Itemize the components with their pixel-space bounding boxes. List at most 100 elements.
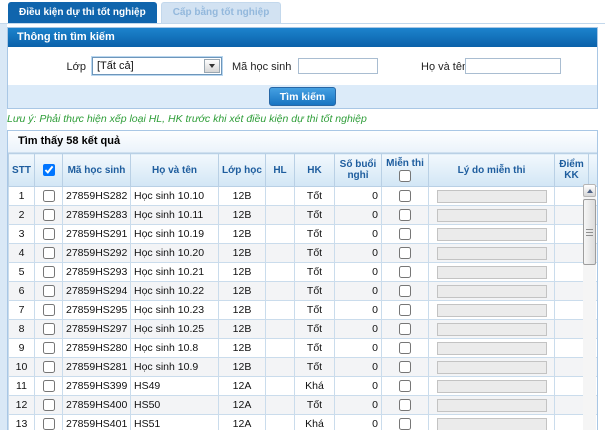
row-stt: 2 (9, 206, 35, 225)
search-panel-title: Thông tin tìm kiếm (8, 28, 597, 47)
mien-thi-checkbox[interactable] (399, 247, 411, 259)
row-checkbox[interactable] (43, 380, 55, 392)
row-ho-va-ten: Học sinh 10.10 (131, 187, 219, 206)
col-diem-kk[interactable]: Điểm KK (555, 154, 589, 187)
col-ma-hoc-sinh[interactable]: Mã học sinh (63, 154, 131, 187)
scrollbar-thumb[interactable] (583, 199, 596, 265)
chevron-down-icon[interactable] (204, 59, 220, 73)
row-lop-hoc: 12B (219, 187, 266, 206)
row-mien-thi-cell (382, 301, 429, 320)
row-select-cell (35, 415, 63, 430)
scroll-up-button[interactable] (583, 184, 596, 197)
col-ly-do-mien-thi[interactable]: Lý do miễn thi (429, 154, 555, 187)
row-so-buoi-nghi: 0 (335, 377, 382, 396)
mien-thi-checkbox[interactable] (399, 304, 411, 316)
tim-kiem-button[interactable]: Tìm kiếm (269, 87, 337, 106)
row-ma-hoc-sinh: 27859HS401 (63, 415, 131, 430)
row-ho-va-ten: HS49 (131, 377, 219, 396)
col-hk[interactable]: HK (295, 154, 335, 187)
mien-thi-checkbox[interactable] (399, 380, 411, 392)
row-hl (266, 377, 295, 396)
row-hl (266, 320, 295, 339)
mien-thi-checkbox[interactable] (399, 342, 411, 354)
row-checkbox[interactable] (43, 304, 55, 316)
row-checkbox[interactable] (43, 323, 55, 335)
results-panel: Tìm thấy 58 kết quả STT Mã học sinh Họ v… (7, 130, 598, 430)
row-checkbox[interactable] (43, 361, 55, 373)
col-ho-va-ten[interactable]: Họ và tên (131, 154, 219, 187)
row-stt: 10 (9, 358, 35, 377)
lop-select-value: [Tất cả] (93, 60, 204, 72)
row-checkbox[interactable] (43, 247, 55, 259)
row-mien-thi-cell (382, 263, 429, 282)
row-select-cell (35, 244, 63, 263)
mien-thi-checkbox[interactable] (399, 190, 411, 202)
row-ma-hoc-sinh: 27859HS291 (63, 225, 131, 244)
row-hk: Tốt (295, 396, 335, 415)
mien-thi-checkbox[interactable] (399, 285, 411, 297)
mien-thi-checkbox[interactable] (399, 266, 411, 278)
ho-va-ten-input[interactable] (465, 58, 561, 74)
col-scrollbar-pad (589, 154, 599, 187)
tab-cap-bang-tot-nghiep[interactable]: Cấp bằng tốt nghiệp (161, 2, 282, 23)
row-checkbox[interactable] (43, 418, 55, 430)
mien-thi-checkbox[interactable] (399, 399, 411, 411)
row-select-cell (35, 320, 63, 339)
tab-strip: Điều kiện dự thi tốt nghiệp Cấp bằng tốt… (8, 2, 281, 23)
row-lop-hoc: 12A (219, 415, 266, 430)
row-lop-hoc: 12B (219, 282, 266, 301)
table-row: 8 27859HS297 Học sinh 10.25 12B Tốt 0 (9, 320, 599, 339)
row-hl (266, 282, 295, 301)
page-margin-strip (0, 24, 7, 430)
mien-thi-checkbox[interactable] (399, 323, 411, 335)
table-row: 7 27859HS295 Học sinh 10.23 12B Tốt 0 (9, 301, 599, 320)
col-hl[interactable]: HL (266, 154, 295, 187)
lop-select[interactable]: [Tất cả] (92, 57, 222, 75)
select-all-checkbox[interactable] (43, 164, 55, 176)
mien-thi-checkbox[interactable] (399, 418, 411, 430)
row-ma-hoc-sinh: 27859HS282 (63, 187, 131, 206)
row-checkbox[interactable] (43, 190, 55, 202)
ma-hoc-sinh-input[interactable] (298, 58, 378, 74)
row-ly-do-cell (429, 320, 555, 339)
row-ma-hoc-sinh: 27859HS280 (63, 339, 131, 358)
tab-dieu-kien-du-thi[interactable]: Điều kiện dự thi tốt nghiệp (8, 2, 157, 23)
row-checkbox[interactable] (43, 342, 55, 354)
row-mien-thi-cell (382, 396, 429, 415)
col-so-buoi-nghi[interactable]: Số buổi nghỉ (335, 154, 382, 187)
row-lop-hoc: 12B (219, 263, 266, 282)
row-checkbox[interactable] (43, 266, 55, 278)
col-stt[interactable]: STT (9, 154, 35, 187)
row-checkbox[interactable] (43, 399, 55, 411)
search-panel-footer: Tìm kiếm (8, 85, 597, 108)
row-checkbox[interactable] (43, 228, 55, 240)
mien-thi-checkbox[interactable] (399, 209, 411, 221)
col-lop-hoc[interactable]: Lớp học (219, 154, 266, 187)
table-row: 10 27859HS281 Học sinh 10.9 12B Tốt 0 (9, 358, 599, 377)
row-stt: 3 (9, 225, 35, 244)
row-mien-thi-cell (382, 415, 429, 430)
search-form: Lớp [Tất cả] Mã học sinh Họ và tên (8, 47, 597, 85)
row-lop-hoc: 12A (219, 396, 266, 415)
row-ma-hoc-sinh: 27859HS294 (63, 282, 131, 301)
vertical-scrollbar[interactable] (583, 184, 596, 430)
row-hk: Tốt (295, 282, 335, 301)
col-mien-thi-label[interactable]: Miễn thi (384, 158, 426, 169)
warning-note: Lưu ý: Phải thực hiện xếp loại HL, HK tr… (7, 113, 367, 125)
mien-thi-all-checkbox[interactable] (399, 170, 411, 182)
mien-thi-checkbox[interactable] (399, 228, 411, 240)
ly-do-mien-thi-input (437, 266, 547, 279)
row-checkbox[interactable] (43, 209, 55, 221)
table-row: 4 27859HS292 Học sinh 10.20 12B Tốt 0 (9, 244, 599, 263)
row-hl (266, 415, 295, 430)
search-panel: Thông tin tìm kiếm Lớp [Tất cả] Mã học s… (7, 27, 598, 109)
table-row: 3 27859HS291 Học sinh 10.19 12B Tốt 0 (9, 225, 599, 244)
row-select-cell (35, 187, 63, 206)
ly-do-mien-thi-input (437, 342, 547, 355)
mien-thi-checkbox[interactable] (399, 361, 411, 373)
row-stt: 9 (9, 339, 35, 358)
row-so-buoi-nghi: 0 (335, 225, 382, 244)
row-so-buoi-nghi: 0 (335, 263, 382, 282)
row-checkbox[interactable] (43, 285, 55, 297)
row-hl (266, 263, 295, 282)
